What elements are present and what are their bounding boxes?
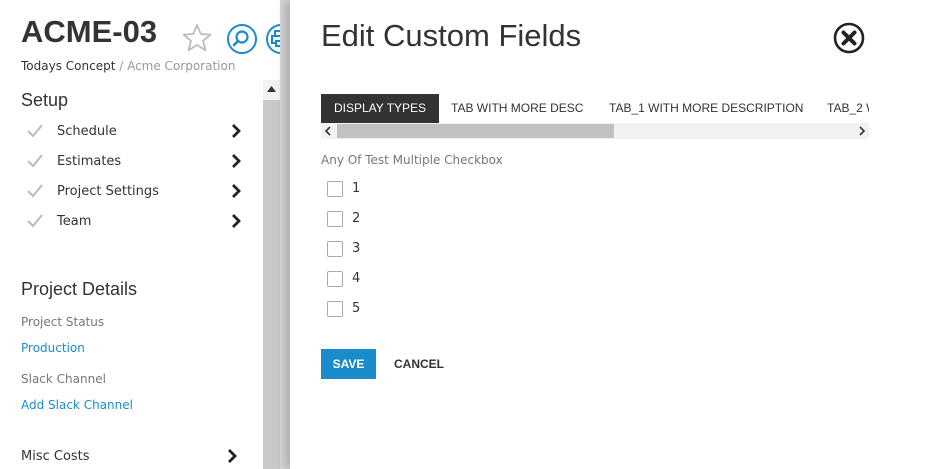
tab-scrollbar[interactable] (321, 123, 869, 139)
tab-bar: DISPLAY TYPES TAB WITH MORE DESC TAB_1 W… (321, 94, 869, 123)
project-details-heading: Project Details (21, 279, 138, 299)
breadcrumb-concept[interactable]: Todays Concept (21, 59, 115, 73)
modal-title: Edit Custom Fields (321, 18, 582, 53)
project-sidebar: ACME-03 Todays Concept / Acme Corporatio… (0, 0, 296, 469)
tab-display-types[interactable]: DISPLAY TYPES (321, 94, 440, 123)
add-slack-channel-link[interactable]: Add Slack Channel (21, 398, 133, 412)
scroll-left-icon[interactable] (324, 126, 332, 136)
scrollbar-thumb[interactable] (337, 124, 614, 138)
check-icon (27, 214, 43, 228)
panel-divider (280, 0, 290, 469)
chevron-right-icon (232, 154, 241, 168)
setup-item-project-settings[interactable]: Project Settings (21, 180, 246, 204)
chevron-right-icon (232, 124, 241, 138)
checkbox[interactable] (327, 271, 343, 287)
cancel-button[interactable]: CANCEL (394, 349, 444, 379)
setup-item-label: Project Settings (57, 184, 159, 199)
chevron-up-icon (267, 86, 276, 92)
edit-custom-fields-modal: Edit Custom Fields DISPLAY TYPES TAB WIT… (290, 0, 943, 469)
breadcrumb-org[interactable]: Acme Corporation (127, 59, 235, 73)
search-icon (232, 30, 249, 47)
setup-item-estimates[interactable]: Estimates (21, 150, 246, 174)
star-icon[interactable] (181, 22, 213, 54)
check-icon (27, 154, 43, 168)
sidebar-scrollbar[interactable] (263, 80, 280, 469)
scroll-right-icon[interactable] (858, 126, 866, 136)
checkbox-label: 2 (352, 211, 361, 226)
checkbox-label: 1 (352, 181, 361, 196)
check-icon (27, 124, 43, 138)
search-button[interactable] (227, 24, 257, 54)
tab-2-with-more-description[interactable]: TAB_2 WITH MORE DESCRIPTION (814, 94, 869, 123)
misc-costs-label: Misc Costs (21, 449, 90, 464)
setup-heading: Setup (21, 90, 69, 110)
check-icon (27, 184, 43, 198)
tab-1-with-more-description[interactable]: TAB_1 WITH MORE DESCRIPTION (596, 94, 816, 123)
project-status-value[interactable]: Production (21, 341, 85, 355)
chevron-right-icon (232, 214, 241, 228)
checkbox-label: 5 (352, 301, 361, 316)
save-button[interactable]: SAVE (321, 349, 376, 379)
chevron-right-icon (232, 184, 241, 198)
scroll-up-button[interactable] (263, 80, 280, 100)
checkbox-label: 3 (352, 241, 361, 256)
checkbox[interactable] (327, 181, 343, 197)
breadcrumb-separator: / (115, 59, 128, 73)
chevron-right-icon (228, 449, 237, 463)
field-group-label: Any Of Test Multiple Checkbox (321, 153, 503, 167)
checkbox[interactable] (327, 241, 343, 257)
project-status-label: Project Status (21, 315, 105, 329)
setup-item-label: Team (57, 214, 92, 229)
breadcrumb: Todays Concept / Acme Corporation (21, 59, 235, 73)
setup-item-label: Estimates (57, 154, 122, 169)
checkbox[interactable] (327, 211, 343, 227)
slack-channel-label: Slack Channel (21, 372, 106, 386)
setup-item-schedule[interactable]: Schedule (21, 120, 246, 144)
misc-costs-item[interactable]: Misc Costs (21, 445, 246, 469)
setup-item-team[interactable]: Team (21, 210, 246, 234)
tab-with-more-desc[interactable]: TAB WITH MORE DESC (438, 94, 596, 123)
project-title: ACME-03 (21, 14, 158, 49)
checkbox[interactable] (327, 301, 343, 317)
checkbox-label: 4 (352, 271, 361, 286)
close-icon[interactable] (833, 22, 865, 54)
setup-item-label: Schedule (57, 124, 117, 139)
